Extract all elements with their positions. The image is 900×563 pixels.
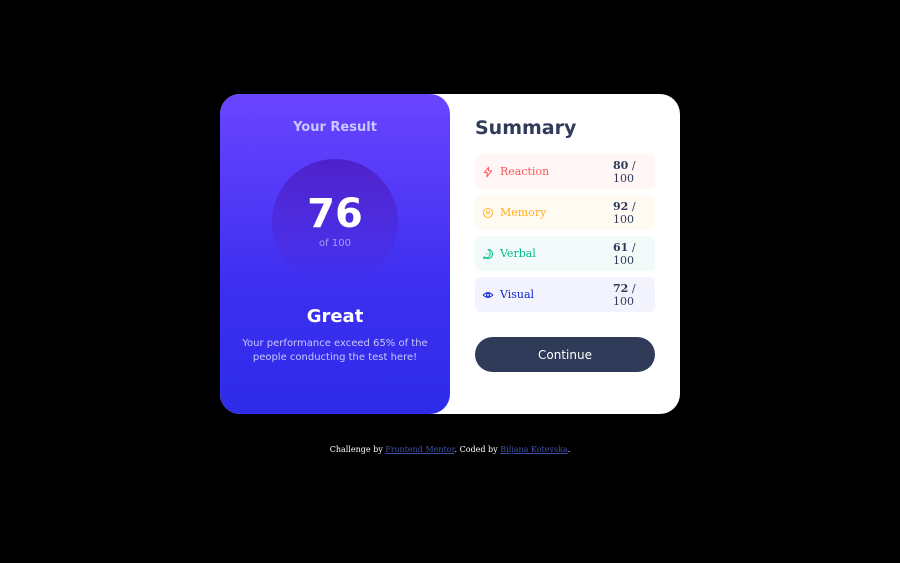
- summary-item-score: 80 / 100: [613, 158, 636, 185]
- lightning-icon: [482, 166, 494, 178]
- eye-icon: [482, 289, 494, 301]
- summary-item-verbal: Verbal 61 / 100: [475, 236, 655, 271]
- results-card: Your Result 76 of 100 Great Your perform…: [220, 94, 680, 414]
- rating-label: Great: [306, 306, 364, 327]
- summary-item-label: Memory: [500, 206, 547, 219]
- chat-bubble-icon: [482, 248, 494, 260]
- summary-item-visual: Visual 72 / 100: [475, 277, 655, 312]
- summary-panel: Summary Reaction 80 / 100 Memory 92 / 10…: [450, 94, 680, 414]
- continue-button[interactable]: Continue: [475, 337, 655, 372]
- attribution: Challenge by Frontend Mentor. Coded by B…: [329, 445, 571, 454]
- result-title: Your Result: [293, 120, 377, 135]
- summary-item-reaction: Reaction 80 / 100: [475, 154, 655, 189]
- summary-item-score: 61 / 100: [613, 240, 636, 267]
- summary-title: Summary: [475, 117, 577, 139]
- result-description: Your performance exceed 65% of the peopl…: [242, 338, 428, 363]
- score-value: 76: [307, 190, 363, 237]
- summary-item-label: Visual: [500, 288, 535, 301]
- summary-list: Reaction 80 / 100 Memory 92 / 100 Verbal…: [475, 154, 655, 312]
- score-of-label: of 100: [319, 237, 351, 249]
- summary-item-label: Verbal: [500, 247, 536, 260]
- brain-icon: [482, 207, 494, 219]
- summary-item-score: 72 / 100: [613, 281, 636, 308]
- summary-item-score: 92 / 100: [613, 199, 636, 226]
- score-circle: 76 of 100: [272, 159, 398, 285]
- result-panel: Your Result 76 of 100 Great Your perform…: [220, 94, 450, 414]
- author-link[interactable]: Biljana Kotevska: [500, 445, 567, 454]
- frontend-mentor-link[interactable]: Frontend Mentor: [385, 445, 454, 454]
- summary-item-label: Reaction: [500, 165, 550, 178]
- summary-item-memory: Memory 92 / 100: [475, 195, 655, 230]
